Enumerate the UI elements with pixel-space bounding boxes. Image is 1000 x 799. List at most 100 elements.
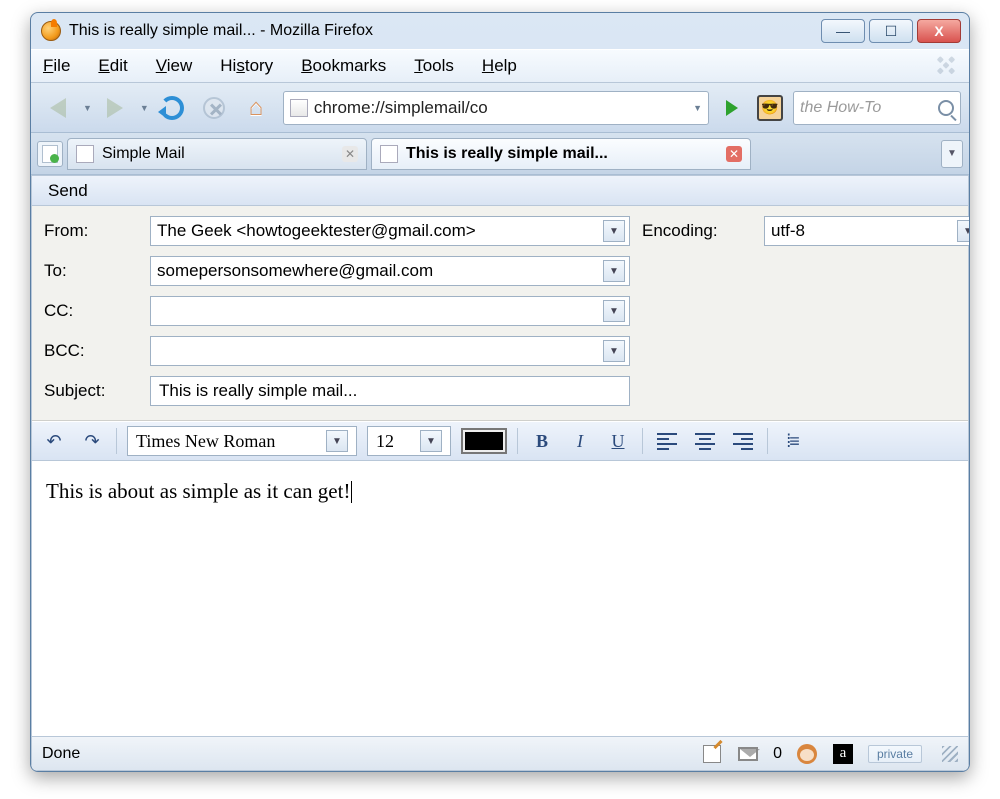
search-box[interactable]: the How-To: [793, 91, 961, 125]
chevron-down-icon[interactable]: ▼: [603, 340, 625, 362]
adblock-icon[interactable]: a: [832, 743, 854, 765]
body-text: This is about as simple as it can get!: [46, 479, 350, 503]
chevron-down-icon[interactable]: ▼: [603, 300, 625, 322]
chevron-down-icon[interactable]: ▼: [603, 220, 625, 242]
window-title: This is really simple mail... - Mozilla …: [69, 22, 821, 40]
font-size-select[interactable]: 12 ▼: [367, 426, 451, 456]
monkey-icon: [797, 744, 817, 764]
from-value: The Geek <howtogeektester@gmail.com>: [157, 221, 603, 241]
text-color-button[interactable]: [461, 428, 507, 454]
arrow-left-icon: [50, 98, 66, 118]
tab-close-button[interactable]: ✕: [342, 146, 358, 162]
back-dropdown[interactable]: ▼: [83, 103, 92, 113]
url-dropdown[interactable]: ▼: [693, 103, 702, 113]
reload-button[interactable]: [153, 89, 191, 127]
subject-field[interactable]: This is really simple mail...: [150, 376, 630, 406]
menu-help[interactable]: Help: [476, 54, 523, 78]
envelope-icon: [738, 747, 758, 761]
encoding-value: utf-8: [771, 221, 957, 241]
greasemonkey-icon[interactable]: [796, 743, 818, 765]
compose-headers: From: The Geek <howtogeektester@gmail.co…: [32, 206, 968, 421]
undo-button[interactable]: ↶: [40, 427, 68, 455]
menu-tools[interactable]: Tools: [408, 54, 460, 78]
page-identity-icon[interactable]: [290, 99, 308, 117]
cc-label: CC:: [44, 301, 138, 321]
home-button[interactable]: ⌂: [237, 89, 275, 127]
bold-button[interactable]: B: [528, 427, 556, 455]
search-placeholder: the How-To: [800, 99, 932, 117]
bcc-field[interactable]: ▼: [150, 336, 630, 366]
url-bar[interactable]: chrome://simplemail/co ▼: [283, 91, 709, 125]
compose-toolbar: Send: [32, 176, 968, 206]
separator: [517, 428, 518, 454]
menu-history[interactable]: History: [214, 54, 279, 78]
to-label: To:: [44, 261, 138, 281]
back-button[interactable]: [39, 89, 77, 127]
redo-button[interactable]: ↷: [78, 427, 106, 455]
bullet-list-button[interactable]: ⁞≡: [778, 427, 806, 455]
forward-button[interactable]: [96, 89, 134, 127]
resize-grip[interactable]: [942, 746, 958, 762]
menu-bookmarks[interactable]: Bookmarks: [295, 54, 392, 78]
firefox-icon: [41, 21, 61, 41]
chevron-down-icon[interactable]: ▼: [420, 430, 442, 452]
align-center-button[interactable]: [691, 427, 719, 455]
font-family-value: Times New Roman: [136, 431, 275, 452]
font-size-value: 12: [376, 431, 394, 452]
from-label: From:: [44, 221, 138, 241]
from-field[interactable]: The Geek <howtogeektester@gmail.com> ▼: [150, 216, 630, 246]
url-text[interactable]: chrome://simplemail/co: [314, 98, 685, 118]
menu-view[interactable]: View: [150, 54, 199, 78]
persona-button[interactable]: 😎: [751, 89, 789, 127]
compose-status-icon[interactable]: [701, 743, 723, 765]
encoding-field[interactable]: utf-8 ▼: [764, 216, 970, 246]
chevron-down-icon[interactable]: ▼: [326, 430, 348, 452]
to-field[interactable]: somepersonsomewhere@gmail.com ▼: [150, 256, 630, 286]
menu-edit[interactable]: Edit: [92, 54, 133, 78]
go-icon: [726, 100, 738, 116]
forward-dropdown[interactable]: ▼: [140, 103, 149, 113]
minimize-button[interactable]: —: [821, 19, 865, 43]
private-indicator[interactable]: private: [868, 745, 922, 763]
tab-label: This is really simple mail...: [406, 145, 718, 163]
chevron-down-icon[interactable]: ▼: [603, 260, 625, 282]
tabs-overflow-button[interactable]: ▼: [941, 140, 963, 168]
cc-field[interactable]: ▼: [150, 296, 630, 326]
close-button[interactable]: X: [917, 19, 961, 43]
italic-button[interactable]: I: [566, 427, 594, 455]
stop-button[interactable]: [195, 89, 233, 127]
window-controls: — ☐ X: [821, 19, 961, 43]
subject-value: This is really simple mail...: [159, 381, 357, 401]
tab-compose[interactable]: This is really simple mail... ✕: [371, 138, 751, 170]
send-button[interactable]: Send: [42, 179, 94, 203]
face-icon: 😎: [757, 95, 783, 121]
pencil-icon: [703, 745, 721, 763]
mail-compose-area: Send From: The Geek <howtogeektester@gma…: [31, 175, 969, 771]
search-icon[interactable]: [938, 100, 954, 116]
align-center-icon: [695, 433, 715, 450]
stop-icon: [203, 97, 225, 119]
arrow-right-icon: [107, 98, 123, 118]
separator: [116, 428, 117, 454]
titlebar: This is really simple mail... - Mozilla …: [31, 13, 969, 49]
font-family-select[interactable]: Times New Roman ▼: [127, 426, 357, 456]
mail-status-icon[interactable]: [737, 743, 759, 765]
align-right-icon: [733, 433, 753, 450]
tab-favicon: [76, 145, 94, 163]
to-value: somepersonsomewhere@gmail.com: [157, 261, 603, 281]
separator: [642, 428, 643, 454]
tab-close-button[interactable]: ✕: [726, 146, 742, 162]
maximize-button[interactable]: ☐: [869, 19, 913, 43]
new-tab-button[interactable]: [37, 141, 63, 167]
underline-button[interactable]: U: [604, 427, 632, 455]
go-button[interactable]: [717, 93, 747, 123]
align-left-button[interactable]: [653, 427, 681, 455]
menu-file[interactable]: File: [37, 54, 76, 78]
separator: [767, 428, 768, 454]
tab-simple-mail[interactable]: Simple Mail ✕: [67, 138, 367, 170]
mail-count: 0: [773, 745, 782, 763]
chevron-down-icon[interactable]: ▼: [957, 220, 970, 242]
align-right-button[interactable]: [729, 427, 757, 455]
reload-icon: [160, 96, 184, 120]
message-body[interactable]: This is about as simple as it can get!: [32, 461, 968, 736]
